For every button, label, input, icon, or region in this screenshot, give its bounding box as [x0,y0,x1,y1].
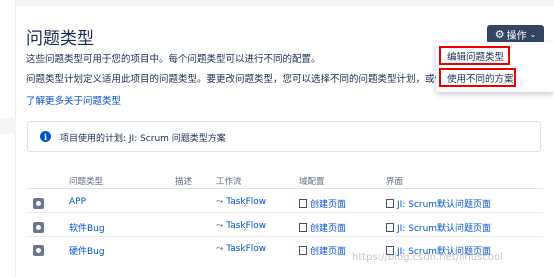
menu-item-use-different-scheme[interactable]: 使用不同的方案 [439,68,516,87]
workflow-label: TaskFlow [226,197,267,207]
document-icon [386,223,394,232]
screen-scheme-label: JI: Scrum默认问题页面 [397,224,492,234]
column-header-description: 描述 [175,177,193,187]
field-config-link[interactable]: 创建页面 [299,244,346,257]
top-bar [16,0,554,6]
field-config-label: 创建页面 [310,247,347,257]
document-icon [299,223,307,232]
workflow-link[interactable]: ⤳ TaskFlow [216,221,266,231]
table-header-divider [27,188,543,189]
row-divider [27,212,543,213]
screen-scheme-label: JI: Scrum默认问题页面 [397,200,492,210]
description-line-1: 这些问题类型可用于您的项目中。每个问题类型可以进行不同的配置。 [26,54,321,65]
issue-type-name[interactable]: APP [69,197,86,207]
document-icon [386,199,394,208]
field-config-link[interactable]: 创建页面 [299,221,346,234]
gear-icon: ⚙ [494,28,505,41]
workflow-link[interactable]: ⤳ TaskFlow [216,197,266,207]
issue-type-icon [33,198,44,209]
workflow-icon: ⤳ [216,197,224,207]
screen-scheme-link[interactable]: JI: Scrum默认问题页面 [386,197,491,210]
left-sidebar [0,0,16,277]
document-icon [299,246,307,255]
workflow-label: TaskFlow [226,244,267,254]
workflow-icon: ⤳ [216,244,224,254]
field-config-label: 创建页面 [310,224,347,234]
row-divider [27,236,543,237]
issue-type-icon [33,245,44,256]
field-config-label: 创建页面 [310,200,347,210]
watermark: https://blog.csdn.net/linuscool [352,252,503,263]
workflow-icon: ⤳ [216,221,224,231]
actions-label: 操作 [506,31,527,42]
sidebar-selected-marker [0,118,16,134]
column-header-screens: 界面 [386,177,404,187]
issue-type-icon [33,222,44,233]
learn-more-link[interactable]: 了解更多关于问题类型 [26,93,121,107]
field-config-link[interactable]: 创建页面 [299,197,346,210]
description-line-2: 问题类型计划定义适用此项目的问题类型。要更改问题类型，您可以选择不同的问题类型计… [26,74,454,85]
workflow-link[interactable]: ⤳ TaskFlow [216,244,266,254]
screen-scheme-link[interactable]: JI: Scrum默认问题页面 [386,221,491,234]
actions-dropdown-menu: 编辑问题类型 使用不同的方案 [436,42,554,92]
workflow-label: TaskFlow [226,221,267,231]
issue-type-name[interactable]: 软件Bug [69,221,105,234]
column-header-workflow: 工作流 [216,177,242,187]
document-icon [299,199,307,208]
scheme-info-box: i 项目使用的计划: JI: Scrum 问题类型方案 [27,121,541,152]
scheme-info-text: 项目使用的计划: JI: Scrum 问题类型方案 [60,134,226,144]
info-icon: i [40,131,51,142]
column-header-field-config: 域配置 [299,177,325,187]
page-title: 问题类型 [26,29,94,49]
chevron-down-icon: ⌄ [529,30,537,39]
issue-type-name[interactable]: 硬件Bug [69,244,105,257]
column-header-type: 问题类型 [69,177,104,187]
menu-item-edit-issue-types[interactable]: 编辑问题类型 [439,46,510,65]
